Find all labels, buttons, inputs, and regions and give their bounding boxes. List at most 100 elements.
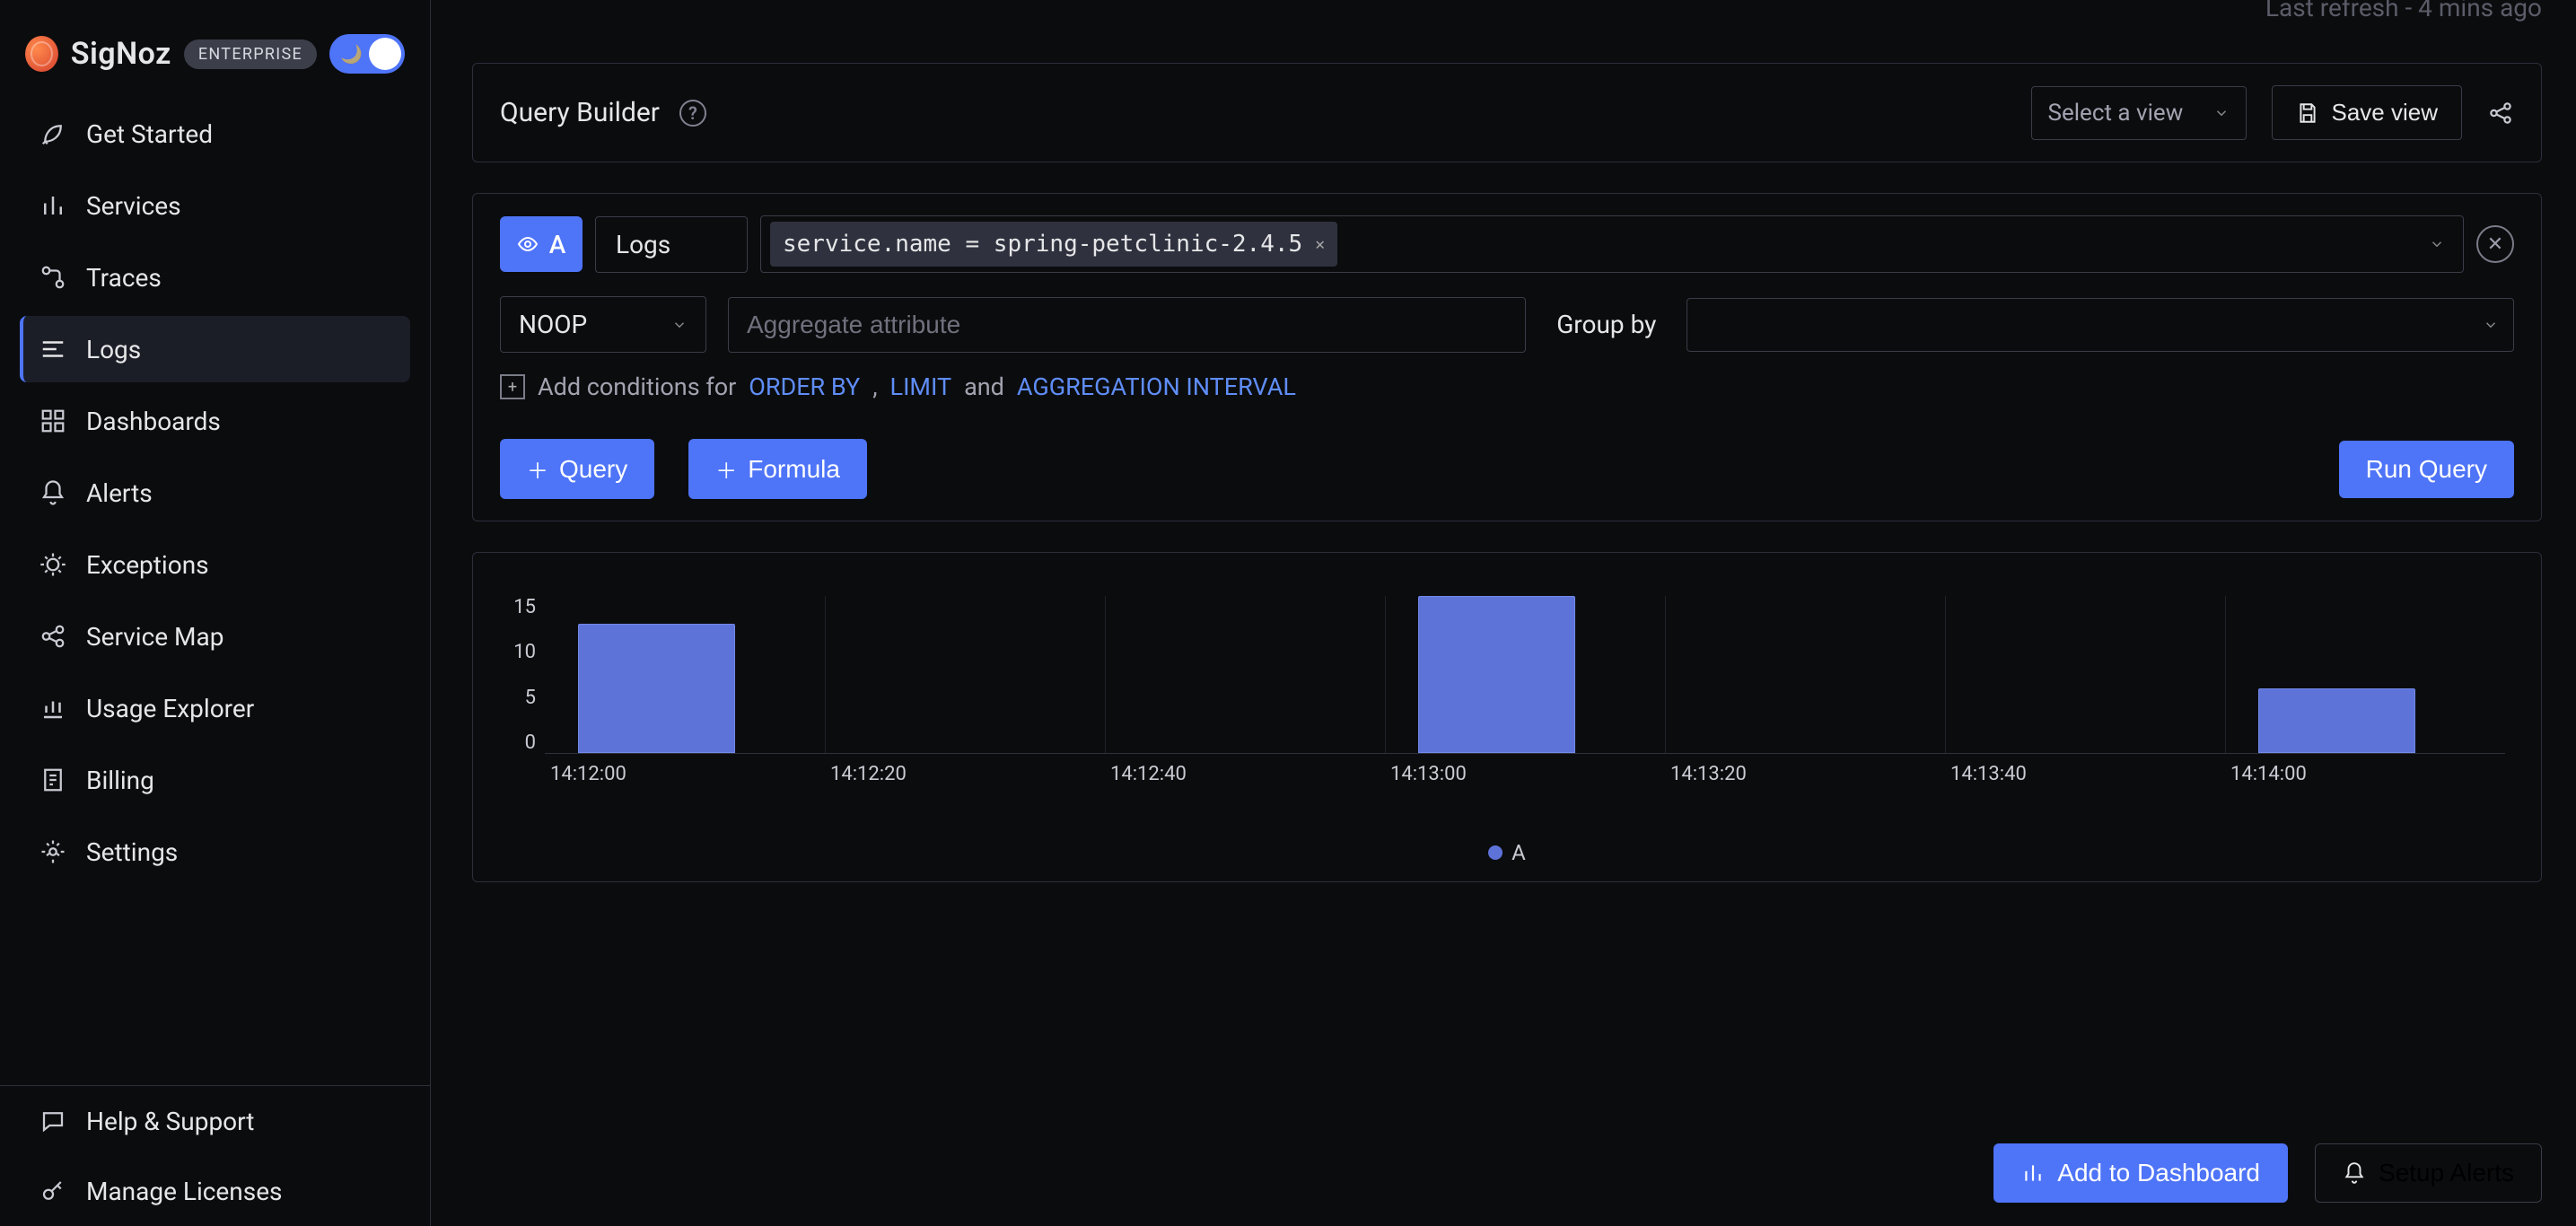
sidebar-item-service-map[interactable]: Service Map bbox=[20, 603, 410, 670]
select-view-placeholder: Select a view bbox=[2048, 100, 2184, 127]
chart-bar bbox=[2258, 688, 2415, 753]
brand-row: SigNoz ENTERPRISE 🌙 bbox=[0, 16, 430, 101]
add-query-button[interactable]: ＋ Query bbox=[500, 439, 654, 499]
sidebar-item-logs[interactable]: Logs bbox=[20, 316, 410, 382]
data-source-select[interactable]: Logs bbox=[595, 216, 748, 273]
chat-icon bbox=[39, 1108, 66, 1134]
setup-alerts-button[interactable]: Setup Alerts bbox=[2315, 1143, 2542, 1203]
sidebar-item-settings[interactable]: Settings bbox=[20, 819, 410, 885]
aggregation-function-select[interactable]: NOOP bbox=[500, 296, 706, 353]
sidebar-item-dashboards[interactable]: Dashboards bbox=[20, 388, 410, 454]
sidebar-item-label: Settings bbox=[86, 837, 178, 867]
chevron-down-icon bbox=[2429, 236, 2454, 252]
aggregation-function-value: NOOP bbox=[519, 310, 587, 339]
sidebar-item-usage-explorer[interactable]: Usage Explorer bbox=[20, 675, 410, 741]
run-query-label: Run Query bbox=[2366, 455, 2487, 484]
group-by-select[interactable] bbox=[1687, 298, 2514, 352]
select-view-dropdown[interactable]: Select a view bbox=[2031, 86, 2247, 140]
rocket-icon bbox=[39, 120, 66, 147]
plus-icon: ＋ bbox=[527, 453, 548, 485]
sidebar-item-label: Service Map bbox=[86, 622, 223, 652]
chevron-down-icon bbox=[2483, 317, 2499, 333]
legend-swatch bbox=[1488, 845, 1503, 860]
save-view-button[interactable]: Save view bbox=[2272, 85, 2463, 140]
add-to-dashboard-button[interactable]: Add to Dashboard bbox=[1993, 1143, 2288, 1203]
sidebar-item-label: Get Started bbox=[86, 119, 213, 149]
enterprise-badge: ENTERPRISE bbox=[184, 39, 317, 69]
filter-tag[interactable]: service.name = spring-petclinic-2.4.5 ✕ bbox=[770, 222, 1337, 267]
sidebar: SigNoz ENTERPRISE 🌙 Get Started Services bbox=[0, 0, 431, 1226]
sidebar-item-label: Manage Licenses bbox=[86, 1177, 283, 1206]
legend-label: A bbox=[1511, 840, 1526, 865]
close-icon[interactable]: ✕ bbox=[1315, 235, 1325, 254]
group-by-label: Group by bbox=[1547, 310, 1665, 339]
query-visibility-toggle[interactable]: A bbox=[500, 216, 583, 272]
chevron-down-icon bbox=[2213, 105, 2230, 121]
cond-and: and bbox=[964, 372, 1004, 401]
bell-icon bbox=[2343, 1161, 2366, 1185]
stats-icon bbox=[39, 695, 66, 722]
order-by-link[interactable]: ORDER BY bbox=[749, 372, 860, 401]
cond-sep: , bbox=[872, 372, 877, 401]
sidebar-item-exceptions[interactable]: Exceptions bbox=[20, 531, 410, 598]
x-tick: 14:13:20 bbox=[1665, 763, 1945, 785]
help-icon[interactable]: ? bbox=[679, 100, 706, 127]
plus-square-icon: + bbox=[500, 374, 525, 399]
x-axis: 14:12:0014:12:2014:12:4014:13:0014:13:20… bbox=[545, 763, 2505, 785]
remove-query-button[interactable]: ✕ bbox=[2476, 225, 2514, 263]
x-tick: 14:12:00 bbox=[545, 763, 825, 785]
plot-area bbox=[545, 596, 2505, 754]
sidebar-item-traces[interactable]: Traces bbox=[20, 244, 410, 311]
sidebar-nav: Get Started Services Traces Logs bbox=[0, 101, 430, 885]
x-tick: 14:12:20 bbox=[825, 763, 1105, 785]
moon-icon: 🌙 bbox=[340, 43, 363, 65]
last-refresh-text: Last refresh - 4 mins ago bbox=[2265, 0, 2542, 22]
add-conditions-row[interactable]: + Add conditions for ORDER BY , LIMIT an… bbox=[500, 372, 2514, 401]
theme-toggle[interactable]: 🌙 bbox=[329, 34, 405, 74]
sidebar-item-help[interactable]: Help & Support bbox=[20, 1086, 410, 1156]
aggregate-attribute-input[interactable] bbox=[728, 297, 1526, 353]
sidebar-item-label: Dashboards bbox=[86, 407, 221, 436]
sidebar-item-services[interactable]: Services bbox=[20, 172, 410, 239]
y-tick: 15 bbox=[495, 596, 536, 618]
flow-icon bbox=[39, 264, 66, 291]
align-left-icon bbox=[39, 336, 66, 363]
sidebar-item-billing[interactable]: Billing bbox=[20, 747, 410, 813]
y-axis: 15 10 5 0 bbox=[495, 596, 536, 754]
share-nodes-icon bbox=[39, 623, 66, 650]
share-icon[interactable] bbox=[2487, 100, 2514, 127]
x-tick: 14:14:00 bbox=[2225, 763, 2505, 785]
run-query-button[interactable]: Run Query bbox=[2339, 441, 2514, 498]
sidebar-item-alerts[interactable]: Alerts bbox=[20, 460, 410, 526]
x-tick: 14:13:00 bbox=[1385, 763, 1665, 785]
bug-icon bbox=[39, 551, 66, 578]
add-query-label: Query bbox=[559, 455, 627, 484]
toggle-knob bbox=[369, 38, 401, 70]
sidebar-item-label: Exceptions bbox=[86, 550, 209, 580]
x-tick: 14:12:40 bbox=[1105, 763, 1385, 785]
main: Last refresh - 4 mins ago Query Builder … bbox=[431, 0, 2576, 1226]
filter-input[interactable]: service.name = spring-petclinic-2.4.5 ✕ bbox=[760, 215, 2464, 273]
bell-icon bbox=[39, 479, 66, 506]
sidebar-item-licenses[interactable]: Manage Licenses bbox=[20, 1156, 410, 1226]
chart: 15 10 5 0 14:12:0014:12:2014:12:4014:13:… bbox=[545, 596, 2505, 833]
aggregation-interval-link[interactable]: AGGREGATION INTERVAL bbox=[1017, 372, 1296, 401]
add-formula-button[interactable]: ＋ Formula bbox=[688, 439, 867, 499]
page-title: Query Builder bbox=[500, 97, 660, 128]
chevron-down-icon bbox=[671, 317, 688, 333]
query-builder-header-panel: Query Builder ? Select a view bbox=[472, 63, 2542, 162]
chart-bar bbox=[578, 624, 735, 753]
limit-link[interactable]: LIMIT bbox=[890, 372, 952, 401]
sidebar-bottom: Help & Support Manage Licenses bbox=[0, 1085, 430, 1226]
plus-icon: ＋ bbox=[715, 453, 737, 485]
sidebar-item-label: Help & Support bbox=[86, 1107, 254, 1136]
sidebar-item-get-started[interactable]: Get Started bbox=[20, 101, 410, 167]
y-tick: 5 bbox=[495, 687, 536, 709]
chart-legend: A bbox=[500, 840, 2514, 865]
brand-name: SigNoz bbox=[71, 36, 171, 72]
sidebar-item-label: Logs bbox=[86, 335, 141, 364]
gear-icon bbox=[39, 838, 66, 865]
receipt-icon bbox=[39, 766, 66, 793]
query-letter: A bbox=[549, 230, 566, 259]
logo-icon bbox=[25, 36, 58, 72]
